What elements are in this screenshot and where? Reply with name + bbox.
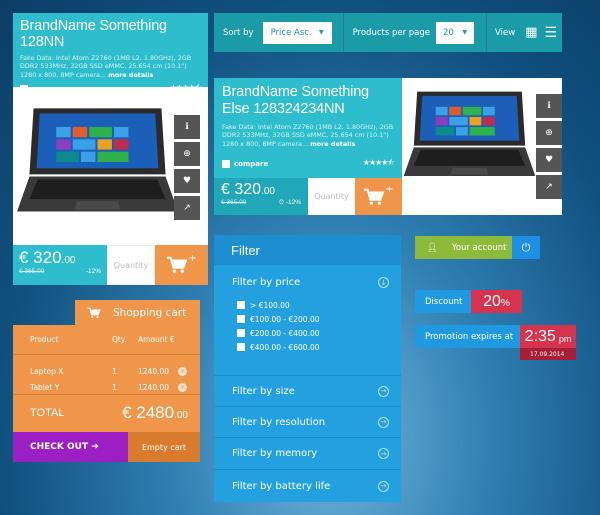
discount-percent: -12% bbox=[85, 268, 101, 275]
share-icon[interactable]: ↗ bbox=[536, 175, 562, 199]
zoom-icon[interactable]: ⊕ bbox=[536, 121, 562, 145]
filter-header: Filter bbox=[214, 235, 401, 265]
old-price: € 365.00 bbox=[221, 199, 247, 206]
product-description: Fake Data: Intel Atom Z2760 (1MB L2, 1.8… bbox=[222, 123, 394, 148]
heart-icon[interactable]: ♥ bbox=[174, 169, 200, 193]
sort-label: Sort by bbox=[223, 27, 254, 38]
price-option-checkbox[interactable]: €200.00 - €400.00 bbox=[237, 326, 389, 340]
filter-by-battery-life[interactable]: Filter by battery life → bbox=[214, 469, 401, 502]
compare-checkbox[interactable]: compare bbox=[222, 157, 268, 171]
total-label: TOTAL bbox=[30, 407, 65, 419]
product-image[interactable]: ℹ ⊕ ♥ ↗ bbox=[402, 78, 562, 215]
filter-by-memory[interactable]: Filter by memory → bbox=[214, 437, 401, 469]
promotion-time: 2:35 pm bbox=[520, 325, 576, 348]
product-title[interactable]: BrandName Something 128NN bbox=[20, 18, 201, 50]
promotion-label: Promotion expires at bbox=[415, 325, 520, 348]
empty-cart-button[interactable]: Empty cart bbox=[128, 432, 200, 462]
toolbar: Sort by Price Asc. ▼ Products per page 20… bbox=[214, 13, 562, 52]
per-page-label: Products per page bbox=[352, 27, 431, 38]
cart-tab[interactable]: Shopping cart bbox=[75, 300, 200, 326]
quantity-input[interactable]: Quantity bbox=[107, 245, 155, 285]
shopping-cart: Product Qty. Amount € Laptop X 1 1240.00 × Ta… bbox=[13, 325, 200, 432]
side-actions: ℹ ⊕ ♥ ↗ bbox=[536, 94, 562, 202]
filter-by-price-toggle[interactable]: Filter by price ↓ bbox=[232, 277, 389, 288]
product-image[interactable]: ℹ ⊕ ♥ ↗ bbox=[13, 87, 208, 245]
total-amount: € 2480.00 bbox=[122, 403, 188, 422]
filter-by-size[interactable]: Filter by size → bbox=[214, 375, 401, 406]
cart-plus-icon bbox=[166, 256, 188, 274]
user-icon: 👤︎ bbox=[427, 242, 438, 253]
product-card-1: BrandName Something 128NN Fake Data: Int… bbox=[13, 13, 208, 93]
discount-value: 20% bbox=[471, 290, 522, 313]
list-view-icon[interactable]: ☰ bbox=[545, 25, 558, 41]
share-icon[interactable]: ↗ bbox=[174, 196, 200, 220]
logout-button[interactable]: ⏻ bbox=[512, 236, 540, 259]
add-to-cart-button[interactable]: + bbox=[355, 178, 402, 215]
sort-select[interactable]: Price Asc. ▼ bbox=[262, 21, 332, 44]
chevron-right-circle-icon: → bbox=[378, 385, 389, 397]
chevron-right-circle-icon: → bbox=[378, 416, 389, 428]
promotion-date: 17.09.2014 bbox=[520, 348, 576, 360]
product-title[interactable]: BrandName Something Else 128324234NN bbox=[222, 84, 394, 118]
your-account-button[interactable]: 👤︎ Your account bbox=[415, 236, 512, 259]
filter-by-price-section: Filter by price ↓ > €100.00 €100.00 - €20… bbox=[214, 265, 401, 375]
cart-icon bbox=[87, 307, 101, 319]
filter-by-resolution[interactable]: Filter by resolution → bbox=[214, 406, 401, 437]
price-option-checkbox[interactable]: €100.00 - €200.00 bbox=[237, 312, 389, 326]
price-box: € 320.00 € 365.00 -12% bbox=[13, 245, 107, 285]
grid-view-icon[interactable]: ▦ bbox=[525, 25, 537, 40]
more-details-link[interactable]: more details bbox=[108, 71, 153, 79]
rating-stars: ★★★★⯪ bbox=[362, 157, 395, 167]
discount-label: Discount bbox=[415, 290, 471, 313]
product-card-2: BrandName Something Else 128324234NN Fak… bbox=[214, 78, 402, 178]
price-option-checkbox[interactable]: €400.00 - €600.00 bbox=[237, 340, 389, 354]
add-to-cart-button[interactable]: + bbox=[155, 245, 208, 285]
price-option-checkbox[interactable]: > €100.00 bbox=[237, 298, 389, 312]
old-price: € 365.00 bbox=[19, 268, 45, 275]
per-page-select[interactable]: 20 ▼ bbox=[436, 21, 475, 44]
cart-plus-icon bbox=[363, 188, 385, 206]
info-icon[interactable]: ℹ bbox=[536, 94, 562, 118]
power-icon: ⏻ bbox=[521, 240, 531, 254]
price-box: € 320.00 € 365.00 ⏲ -12% bbox=[214, 178, 308, 215]
product-description: Fake Data: Intel Atom Z2760 (1MB L2, 1.8… bbox=[20, 54, 192, 79]
cart-item: Laptop X 1 1240.00 × bbox=[30, 366, 187, 376]
info-icon[interactable]: ℹ bbox=[174, 115, 200, 139]
checkout-button[interactable]: CHECK OUT ➔ bbox=[13, 432, 128, 462]
zoom-icon[interactable]: ⊕ bbox=[174, 142, 200, 166]
discount-percent: ⏲ -12% bbox=[278, 199, 301, 206]
heart-icon[interactable]: ♥ bbox=[536, 148, 562, 172]
chevron-right-circle-icon: → bbox=[378, 448, 389, 459]
chevron-right-circle-icon: → bbox=[378, 480, 389, 492]
more-details-link[interactable]: more details bbox=[310, 140, 355, 148]
quantity-input[interactable]: Quantity bbox=[308, 178, 355, 215]
cart-item: Tablet Y 1 1240.00 × bbox=[30, 382, 187, 392]
side-actions: ℹ ⊕ ♥ ↗ bbox=[174, 115, 200, 223]
view-label: View bbox=[495, 27, 516, 38]
remove-item-icon[interactable]: × bbox=[178, 366, 187, 376]
chevron-down-circle-icon: ↓ bbox=[378, 277, 389, 288]
remove-item-icon[interactable]: × bbox=[178, 382, 187, 392]
